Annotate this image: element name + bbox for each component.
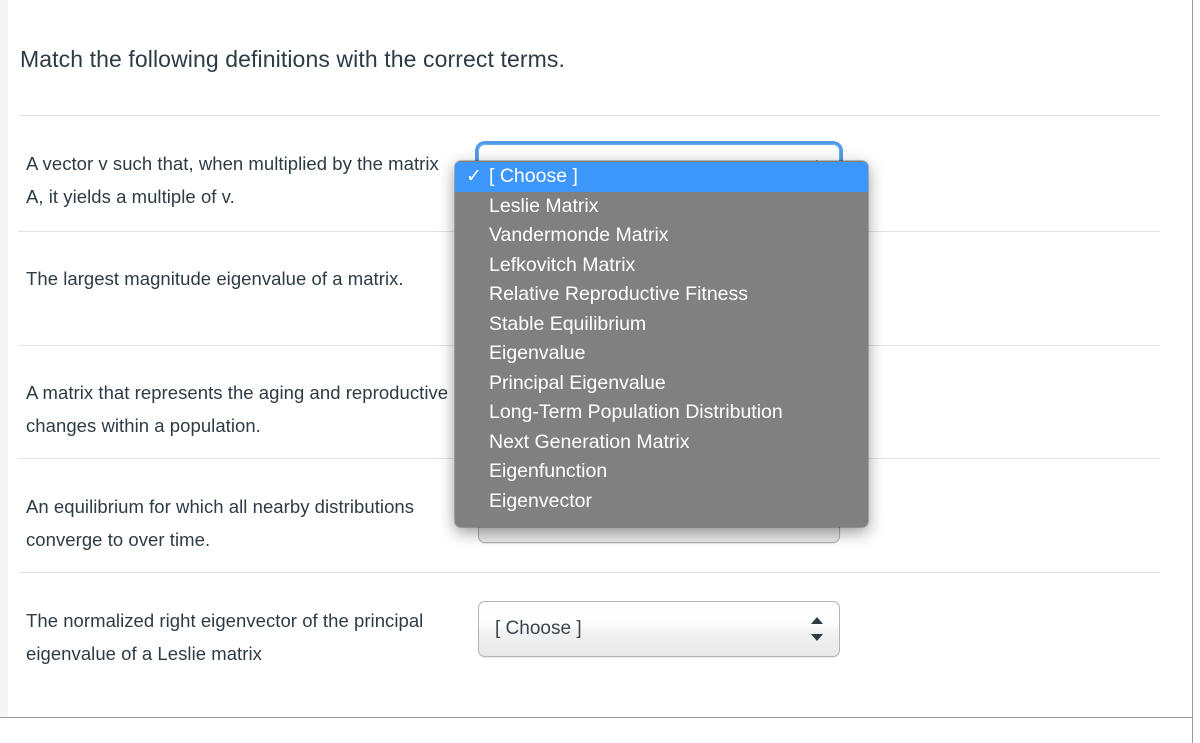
dropdown-option-label: Vandermonde Matrix [489,224,669,246]
dropdown-option-label: Eigenfunction [489,460,608,482]
divider-top [18,115,1160,116]
dropdown-option[interactable]: Principal Eigenvalue [455,369,868,399]
dropdown-option[interactable]: Eigenvector [455,487,868,517]
match-select-5-value: [ Choose ] [495,618,582,639]
page-left-gutter [0,0,8,743]
dropdown-option-label: Leslie Matrix [489,194,599,217]
quiz-page-frame: Match the following definitions with the… [0,0,1200,743]
dropdown-option[interactable]: Stable Equilibrium [455,310,868,340]
divider-row-4 [18,572,1160,573]
page-right-gutter [1193,0,1200,743]
match-prompt-5: The normalized right eigenvector of the … [26,610,424,664]
dropdown-option-list[interactable]: ✓ [ Choose ] Leslie Matrix Vandermonde M… [455,161,868,527]
checkmark-icon: ✓ [466,166,482,187]
match-prompt-4: An equilibrium for which all nearby dist… [26,496,415,550]
dropdown-option[interactable]: ✓ [ Choose ] [455,162,868,192]
dropdown-option-label: Eigenvalue [489,342,586,364]
dropdown-option[interactable]: Lefkovitch Matrix [455,251,868,281]
dropdown-option-label: Stable Equilibrium [489,312,647,335]
page-bottom-gutter [0,718,1192,743]
dropdown-option-label: Next Generation Matrix [489,430,690,453]
page-title: Match the following definitions with the… [20,46,565,72]
stepper-arrows-icon [811,616,823,642]
dropdown-option[interactable]: Eigenfunction [455,457,868,487]
dropdown-option-label: Eigenvector [489,489,592,512]
dropdown-option-label: Lefkovitch Matrix [489,253,636,276]
dropdown-option-label: Principal Eigenvalue [489,371,666,394]
match-prompt-3: A matrix that represents the aging and r… [26,382,449,436]
match-prompt-2: The largest magnitude eigenvalue of a ma… [26,268,404,289]
dropdown-option[interactable]: Relative Reproductive Fitness [455,280,868,310]
dropdown-option[interactable]: Eigenvalue [455,339,868,369]
dropdown-option[interactable]: Next Generation Matrix [455,428,868,458]
dropdown-option-label: Long-Term Population Distribution [489,401,783,423]
dropdown-option[interactable]: Vandermonde Matrix [455,221,868,251]
dropdown-option-label: [ Choose ] [489,165,578,187]
match-select-5[interactable]: [ Choose ] [478,601,840,657]
dropdown-option-label: Relative Reproductive Fitness [489,283,749,305]
match-prompt-1: A vector v such that, when multiplied by… [26,153,439,207]
dropdown-option[interactable]: Long-Term Population Distribution [455,398,868,428]
dropdown-option[interactable]: Leslie Matrix [455,192,868,222]
